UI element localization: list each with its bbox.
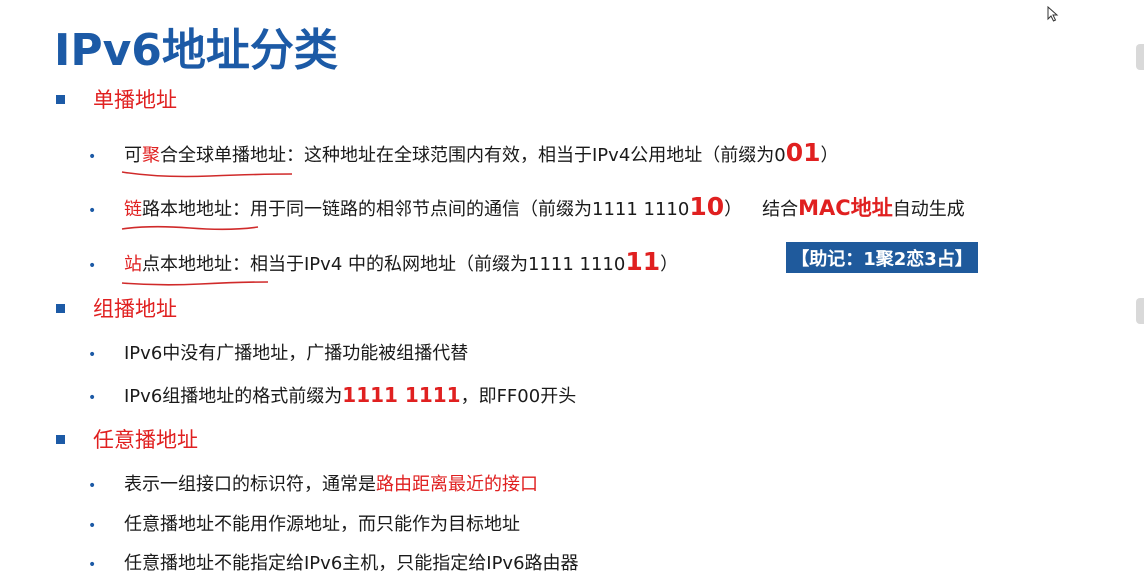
dot-bullet-icon: •: [88, 390, 97, 406]
section-label: 组播地址: [93, 297, 177, 321]
dot-bullet-icon: •: [88, 518, 97, 534]
term-site-local: 站点本地地址: [121, 250, 269, 286]
list-item-anycast-routers-only: • 任意播地址不能指定给IPv6主机，只能指定给IPv6路由器: [88, 553, 579, 574]
scroll-handle[interactable]: [1136, 44, 1144, 70]
list-item-global-unicast: • 可聚合全球单播地址 ：这种地址在全球范围内有效，相当于IPv4公用地址（前缀…: [88, 138, 839, 178]
dot-bullet-icon: •: [88, 203, 97, 219]
handwritten-underline: [121, 225, 259, 231]
term-global-unicast: 可聚合全球单播地址: [121, 141, 293, 178]
list-item-anycast-not-source: • 任意播地址不能用作源地址，而只能作为目标地址: [88, 514, 520, 535]
list-item-site-local: • 站点本地地址 ：相当于IPv4 中的私网地址（前缀为1111 1110 11…: [88, 247, 678, 286]
dot-bullet-icon: •: [88, 258, 97, 274]
mnemonic-box: 【助记：1聚2恋3占】: [786, 242, 978, 273]
list-item-anycast-identifier: • 表示一组接口的标识符，通常是 路由距离最近的接口: [88, 474, 538, 495]
dot-bullet-icon: •: [88, 149, 97, 165]
scroll-handle[interactable]: [1136, 298, 1144, 324]
list-item-no-broadcast: • IPv6中没有广播地址，广播功能被组播代替: [88, 343, 469, 364]
handwritten-underline: [121, 281, 269, 286]
handwritten-underline: [121, 171, 293, 178]
section-multicast: 组播地址: [56, 294, 177, 322]
section-anycast: 任意播地址: [56, 425, 198, 453]
list-item-multicast-prefix: • IPv6组播地址的格式前缀为 1111 1111 ，即FF00开头: [88, 383, 577, 407]
slide-title: IPv6地址分类: [54, 25, 338, 76]
dot-bullet-icon: •: [88, 478, 97, 494]
dot-bullet-icon: •: [88, 347, 97, 363]
section-label: 单播地址: [93, 88, 177, 112]
section-unicast: 单播地址: [56, 85, 177, 113]
term-link-local: 链路本地地址: [121, 195, 259, 231]
square-bullet-icon: [56, 94, 65, 104]
list-item-link-local: • 链路本地地址 ：用于同一链路的相邻节点间的通信（前缀为1111 1110 1…: [88, 192, 965, 231]
dot-bullet-icon: •: [88, 557, 97, 573]
section-label: 任意播地址: [93, 428, 198, 452]
square-bullet-icon: [56, 303, 65, 313]
mouse-pointer-icon: [1047, 6, 1059, 22]
square-bullet-icon: [56, 434, 65, 444]
